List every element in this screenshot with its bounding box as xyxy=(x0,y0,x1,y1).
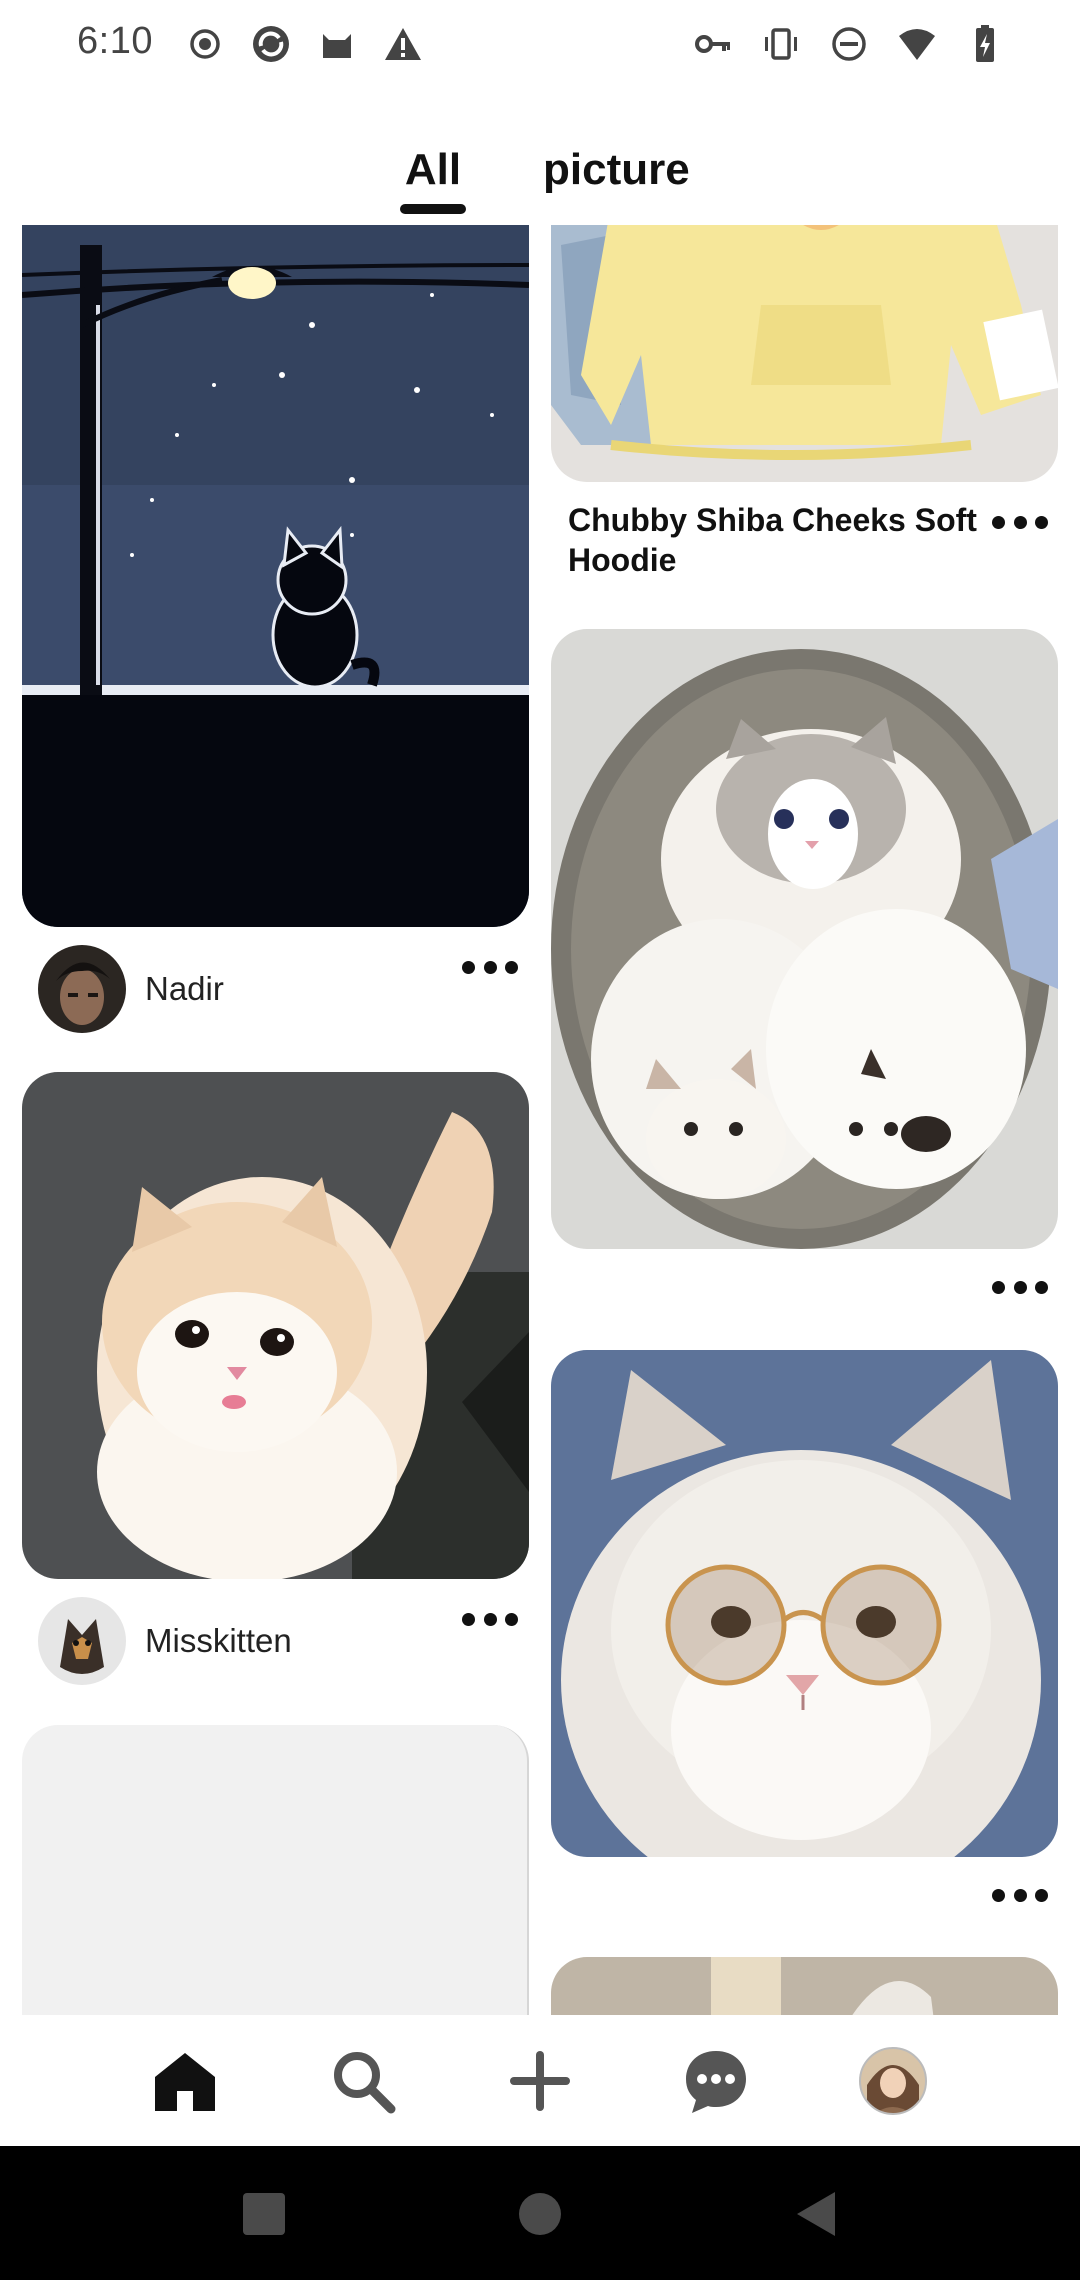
partial-cat-image[interactable] xyxy=(551,1957,1058,2015)
tab-picture[interactable]: picture xyxy=(543,140,690,200)
bottom-navigation xyxy=(0,2015,1080,2145)
avatar[interactable] xyxy=(38,1597,126,1685)
status-icons-left xyxy=(185,22,423,66)
sync-app-icon xyxy=(251,24,291,64)
more-options-button[interactable] xyxy=(462,1605,518,1633)
search-icon[interactable] xyxy=(327,2045,399,2117)
vibrate-icon xyxy=(761,24,801,64)
more-options-button[interactable] xyxy=(462,953,518,981)
recents-button[interactable] xyxy=(236,2186,292,2242)
status-time: 6:10 xyxy=(77,20,153,62)
fluffy-cat-image[interactable] xyxy=(22,1072,529,1579)
tab-all[interactable]: All xyxy=(400,140,466,200)
cat-app-icon xyxy=(317,24,357,64)
pin-feed: Nadir Misskitten Chubby Shiba Cheeks Sof… xyxy=(0,225,1080,2015)
cats-in-basket-image[interactable] xyxy=(551,629,1058,1249)
create-icon[interactable] xyxy=(504,2045,576,2117)
home-button[interactable] xyxy=(512,2186,568,2242)
loading-placeholder xyxy=(22,1725,529,2015)
vpn-key-icon xyxy=(693,24,733,64)
wifi-icon xyxy=(897,24,937,64)
home-icon[interactable] xyxy=(149,2045,221,2117)
feed-tabs: All picture xyxy=(0,140,1080,220)
author-name[interactable]: Nadir xyxy=(145,970,224,1008)
more-options-button[interactable] xyxy=(992,508,1048,536)
yellow-hoodie-image[interactable] xyxy=(551,225,1058,482)
back-button[interactable] xyxy=(789,2186,845,2242)
do-not-disturb-icon xyxy=(829,24,869,64)
tab-selected-indicator xyxy=(400,204,466,214)
more-options-button[interactable] xyxy=(992,1881,1048,1909)
pin-title[interactable]: Chubby Shiba Cheeks Soft Hoodie xyxy=(568,500,988,580)
cat-under-streetlight-image[interactable] xyxy=(22,225,529,927)
status-bar: 6:10 xyxy=(0,0,1080,90)
warning-icon xyxy=(383,24,423,64)
record-icon xyxy=(185,24,225,64)
messages-icon[interactable] xyxy=(680,2045,752,2117)
more-options-button[interactable] xyxy=(992,1273,1048,1301)
cat-with-glasses-image[interactable] xyxy=(551,1350,1058,1857)
avatar[interactable] xyxy=(38,945,126,1033)
status-icons-right xyxy=(693,22,1005,66)
battery-charging-icon xyxy=(965,24,1005,64)
system-navigation-bar xyxy=(0,2146,1080,2280)
author-name[interactable]: Misskitten xyxy=(145,1622,292,1660)
profile-avatar[interactable] xyxy=(857,2045,929,2117)
